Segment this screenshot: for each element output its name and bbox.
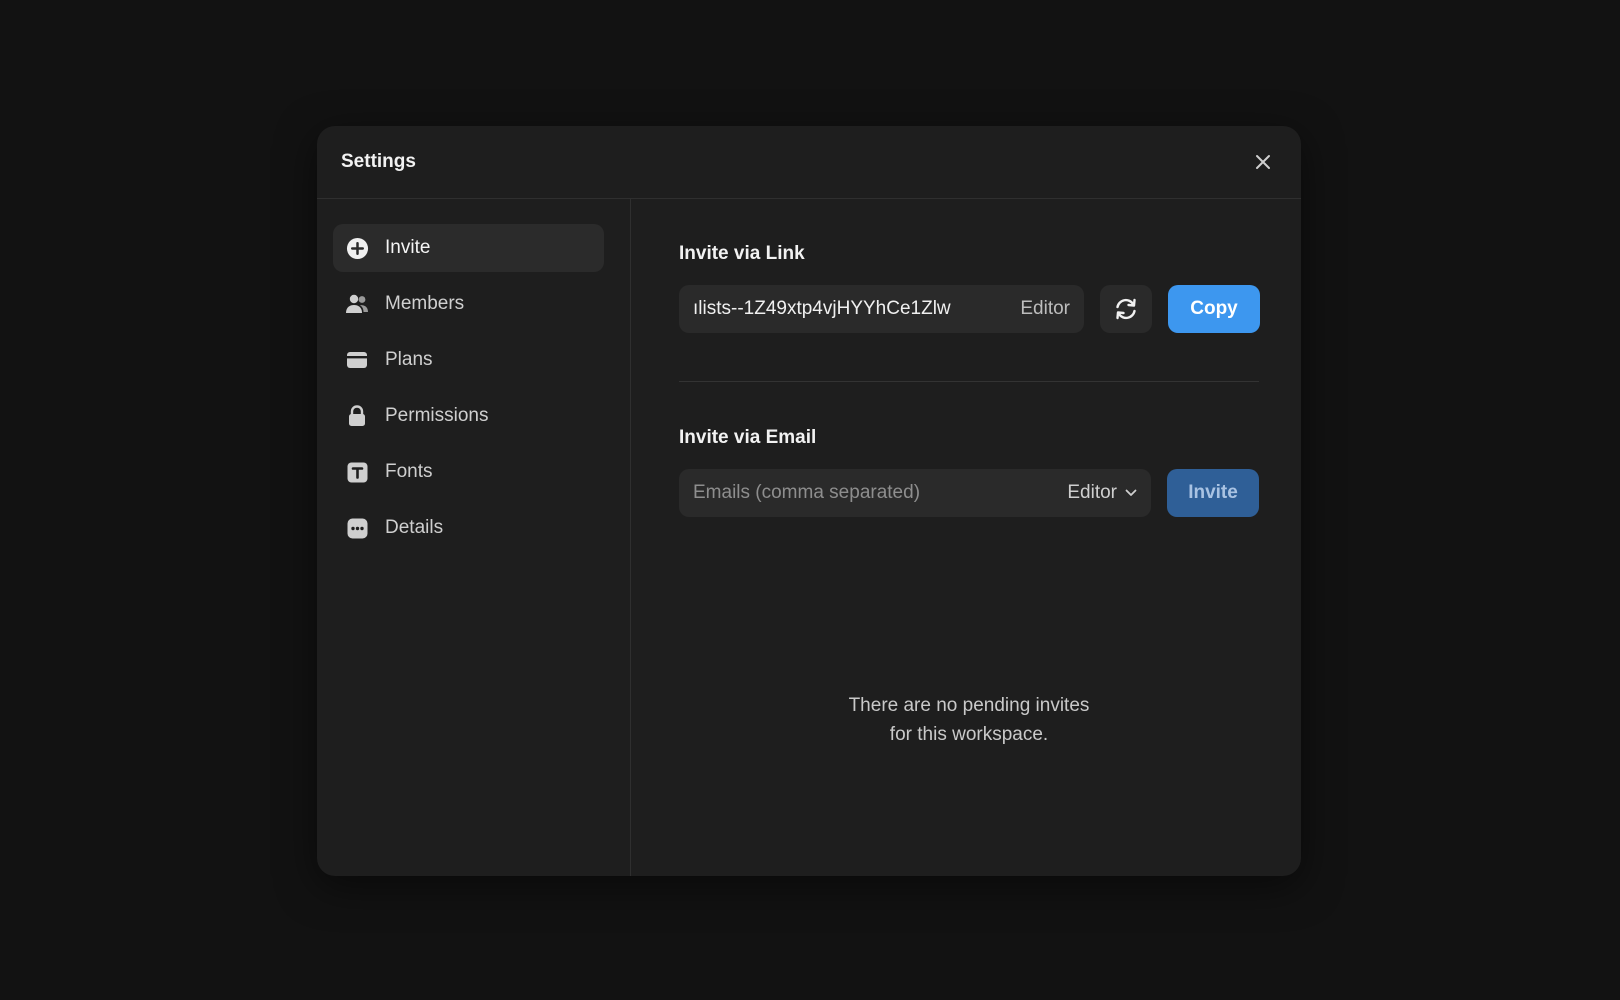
role-dropdown[interactable]: Editor xyxy=(1067,482,1137,504)
modal-header: Settings xyxy=(317,126,1301,199)
copy-link-button[interactable]: Copy xyxy=(1168,285,1260,333)
sidebar-item-invite[interactable]: Invite xyxy=(333,224,604,272)
invite-link-url[interactable]: ılists--1Z49xtp4vjHYYhCe1Zlw xyxy=(693,298,993,320)
sidebar-item-label: Details xyxy=(385,517,444,538)
invite-panel: Invite via Link ılists--1Z49xtp4vjHYYhCe… xyxy=(631,199,1301,876)
invite-email-title: Invite via Email xyxy=(679,427,817,448)
close-button[interactable] xyxy=(1249,148,1277,176)
credit-card-icon xyxy=(345,348,369,372)
empty-state-message: There are no pending invites for this wo… xyxy=(679,691,1259,749)
invite-link-field[interactable]: ılists--1Z49xtp4vjHYYhCe1Zlw Editor xyxy=(679,285,1084,333)
settings-modal: Settings Invite Members Plans Permission… xyxy=(317,126,1301,876)
invite-link-role[interactable]: Editor xyxy=(1020,298,1070,320)
sidebar-item-label: Plans xyxy=(385,349,433,370)
email-input[interactable] xyxy=(693,482,1033,504)
sidebar-item-fonts[interactable]: Fonts xyxy=(333,448,604,496)
section-divider xyxy=(679,381,1259,382)
sidebar-item-permissions[interactable]: Permissions xyxy=(333,392,604,440)
plus-circle-icon xyxy=(345,236,369,260)
close-icon xyxy=(1256,155,1270,169)
sidebar-item-label: Invite xyxy=(385,237,431,258)
sidebar-item-label: Fonts xyxy=(385,461,433,482)
email-invite-field: Editor xyxy=(679,469,1151,517)
lock-icon xyxy=(345,404,369,428)
sidebar-item-details[interactable]: Details xyxy=(333,504,604,552)
sidebar-item-label: Permissions xyxy=(385,405,489,426)
sidebar-item-label: Members xyxy=(385,293,465,314)
refresh-icon xyxy=(1116,298,1136,320)
font-icon xyxy=(345,460,369,484)
dots-icon xyxy=(345,516,369,540)
settings-sidebar: Invite Members Plans Permissions Fonts D… xyxy=(317,199,631,876)
empty-state-line-1: There are no pending invites xyxy=(848,695,1090,716)
users-icon xyxy=(345,292,369,316)
send-invite-button[interactable]: Invite xyxy=(1167,469,1259,517)
invite-link-title: Invite via Link xyxy=(679,243,805,264)
empty-state-line-2: for this workspace. xyxy=(889,724,1049,745)
sidebar-item-plans[interactable]: Plans xyxy=(333,336,604,384)
regenerate-link-button[interactable] xyxy=(1100,285,1152,333)
sidebar-item-members[interactable]: Members xyxy=(333,280,604,328)
chevron-down-icon xyxy=(1125,489,1137,496)
role-dropdown-value: Editor xyxy=(1067,482,1117,503)
modal-title: Settings xyxy=(341,151,416,172)
